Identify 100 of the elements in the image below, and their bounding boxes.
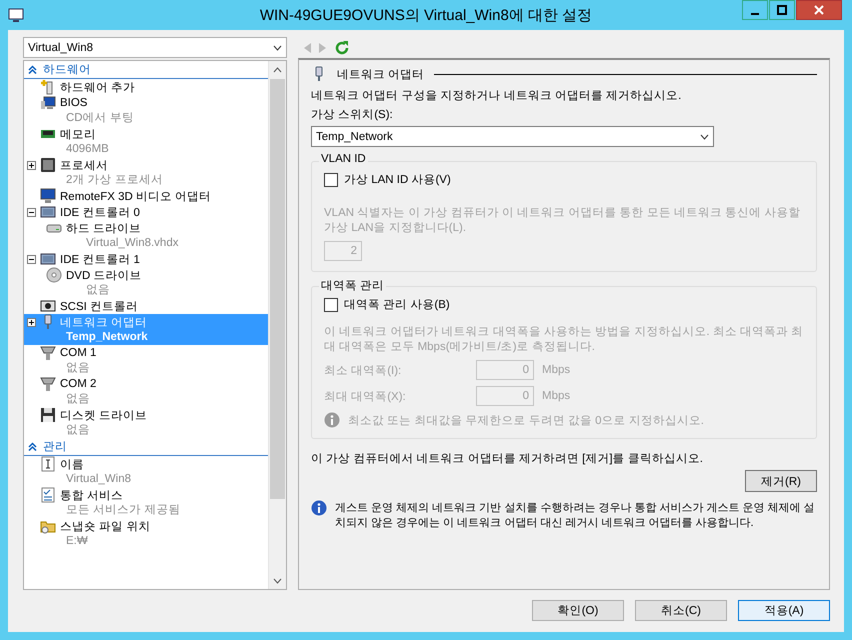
item-detail: 없음	[66, 393, 90, 405]
unit-label: Mbps	[542, 390, 570, 402]
close-button[interactable]	[796, 0, 842, 20]
item-detail: Virtual_Win8	[66, 473, 131, 485]
group-title: 대역폭 관리	[319, 278, 386, 293]
dialog-button[interactable]: 적용(A)	[738, 600, 830, 621]
minimize-button[interactable]	[742, 0, 768, 20]
checkbox-label: 가상 LAN ID 사용(V)	[344, 173, 451, 187]
item-detail: 모든 서비스가 제공됨	[66, 504, 180, 516]
collapse-icon[interactable]	[27, 254, 36, 264]
checkbox[interactable]	[324, 298, 338, 312]
dialog-button[interactable]: 확인(O)	[532, 600, 624, 621]
vm-dropdown[interactable]: Virtual_Win8	[23, 37, 287, 58]
expand-icon[interactable]	[27, 160, 36, 170]
app-icon	[8, 7, 24, 23]
com-icon	[40, 376, 56, 392]
field-label: 최소 대역폭(I):	[324, 364, 402, 378]
unit-label: Mbps	[542, 364, 570, 376]
item-label: SCSI 컨트롤러	[60, 300, 138, 314]
controller-icon	[40, 251, 56, 267]
item-detail: 없음	[86, 284, 110, 296]
tree-item[interactable]: SCSI 컨트롤러	[24, 298, 268, 314]
item-label: COM 1	[60, 347, 96, 359]
monitor-icon	[40, 188, 56, 204]
bios-icon	[40, 95, 56, 111]
tree-item[interactable]: 스냅숏 파일 위치 E:₩	[24, 518, 268, 549]
tree-item[interactable]: 프로세서 2개 가상 프로세서	[24, 157, 268, 188]
item-label: 하드 드라이브	[66, 222, 142, 236]
item-label: 메모리	[60, 128, 96, 142]
info-icon	[324, 412, 340, 428]
item-detail: E:₩	[66, 535, 88, 547]
collapse-icon[interactable]	[27, 208, 36, 216]
item-label: 디스켓 드라이브	[60, 408, 148, 422]
section-header[interactable]: 관리	[43, 439, 67, 454]
item-label: DVD 드라이브	[66, 268, 142, 282]
group-title: VLAN ID	[319, 153, 368, 165]
section-header[interactable]: 하드웨어	[43, 62, 91, 77]
dvd-icon	[46, 267, 62, 283]
item-detail: CD에서 부팅	[66, 112, 134, 124]
tree-item[interactable]: COM 2 없음	[24, 376, 268, 407]
item-label: RemoteFX 3D 비디오 어댑터	[60, 190, 212, 204]
refresh-icon[interactable]	[334, 40, 350, 56]
item-detail: 4096MB	[66, 143, 109, 155]
maximize-button[interactable]	[769, 0, 795, 20]
scroll-up-icon[interactable]	[273, 66, 282, 72]
controller-icon	[40, 204, 56, 220]
scsi-icon	[40, 298, 56, 314]
checkbox-label: 대역폭 관리 사용(B)	[344, 298, 450, 312]
tree-item[interactable]: COM 1 없음	[24, 345, 268, 376]
description-text: 네트워크 어댑터 구성을 지정하거나 네트워크 어댑터를 제거하십시오.	[311, 89, 682, 103]
info-text: 게스트 운영 체제의 네트워크 기반 설치를 수행하려는 경우나 통합 서비스가 게스트 운영 체제에 설치되지 않은 경우에는 이 네트워크 어댑터 대신 레거시 네트워크 어댑터를 사용합니다.	[335, 501, 816, 530]
item-detail: 2개 가상 프로세서	[66, 174, 163, 186]
bandwidth-description: 이 네트워크 어댑터가 네트워크 대역폭을 사용하는 방법을 지정하십시오. 최소 대역폭과 최대 대역폭은 모두 Mbps(메가비트/초)로 측정됩니다.	[324, 325, 804, 354]
caret-icon	[700, 134, 709, 140]
remove-note: 이 가상 컴퓨터에서 네트워크 어댑터를 제거하려면 [제거]를 클릭하십시오.	[311, 452, 704, 466]
section-title: 네트워크 어댑터	[337, 68, 424, 82]
vlan-description: VLAN 식별자는 이 가상 컴퓨터가 이 네트워크 어댑터를 통한 모든 네트워크 통신에 사용할 가상 LAN을 지정합니다(L).	[324, 206, 802, 235]
expand-icon[interactable]	[27, 318, 36, 326]
info-icon	[311, 500, 327, 516]
maximize-icon	[777, 5, 787, 15]
tree-item[interactable]: 디스켓 드라이브 없음	[24, 407, 268, 438]
tree-item[interactable]: RemoteFX 3D 비디오 어댑터	[24, 188, 268, 204]
window-title: WIN-49GUE9OVUNS의 Virtual_Win8에 대한 설정	[260, 6, 592, 24]
tree-item[interactable]: BIOS CD에서 부팅	[24, 95, 268, 126]
services-icon	[40, 487, 56, 503]
tree-item[interactable]: 하드웨어 추가	[24, 79, 268, 95]
remove-button[interactable]: 제거(R)	[745, 470, 817, 492]
minimize-icon	[751, 13, 759, 15]
item-label: 하드웨어 추가	[60, 80, 136, 94]
switch-dropdown[interactable]: Temp_Network	[311, 126, 714, 147]
tree-item[interactable]: 이름 Virtual_Win8	[24, 456, 268, 487]
item-detail: 없음	[66, 362, 90, 374]
tree-item[interactable]: 통합 서비스 모든 서비스가 제공됨	[24, 487, 268, 518]
item-label: 프로세서	[60, 158, 108, 172]
close-icon	[813, 4, 825, 16]
collapse-icon[interactable]	[28, 65, 37, 74]
item-label: 스냅숏 파일 위치	[60, 520, 150, 534]
tree-item[interactable]: 메모리 4096MB	[24, 126, 268, 157]
collapse-icon[interactable]	[28, 442, 37, 451]
item-detail: 없음	[66, 424, 90, 436]
com-icon	[40, 345, 56, 361]
item-label: 네트워크 어댑터	[60, 316, 148, 330]
item-label: 이름	[60, 458, 84, 472]
name-icon	[40, 456, 56, 472]
item-label: IDE 컨트롤러 1	[60, 252, 140, 266]
item-detail: Virtual_Win8.vhdx	[86, 237, 178, 249]
tree-item[interactable]: IDE 컨트롤러 1	[24, 251, 268, 267]
item-label: COM 2	[60, 378, 96, 390]
scroll-down-icon[interactable]	[273, 578, 282, 584]
scrollbar-thumb[interactable]	[270, 79, 285, 499]
checkbox[interactable]	[324, 172, 338, 186]
caret-icon	[273, 44, 282, 50]
item-label: BIOS	[60, 97, 88, 109]
dialog-button[interactable]: 취소(C)	[635, 600, 727, 621]
item-label: IDE 컨트롤러 0	[60, 206, 140, 220]
tree-item[interactable]: DVD 드라이브 없음	[24, 267, 268, 298]
item-label: 통합 서비스	[60, 488, 124, 502]
tree-item[interactable]: 하드 드라이브 Virtual_Win8.vhdx	[24, 220, 268, 251]
floppy-icon	[40, 407, 56, 423]
tree-item[interactable]: IDE 컨트롤러 0	[24, 204, 268, 220]
